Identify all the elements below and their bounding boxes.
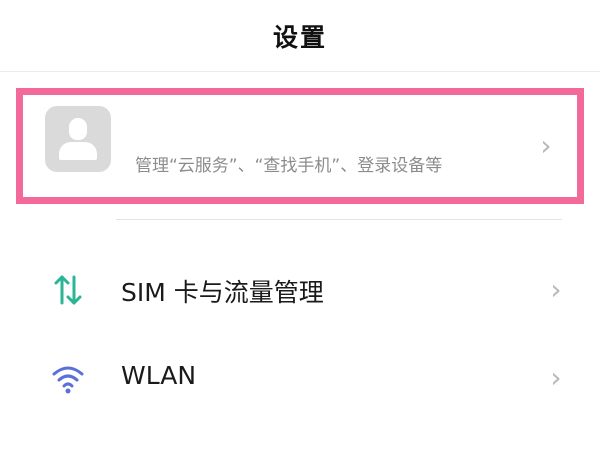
chevron-right-icon: › [550, 361, 562, 394]
sim-data-arrows-icon [50, 272, 86, 308]
avatar-shoulders [59, 142, 97, 160]
divider [116, 219, 562, 220]
settings-screen: 设置 管理“云服务”、“查找手机”、登录设备等 › SIM 卡与流量管理 › W… [0, 0, 600, 450]
avatar-head [69, 118, 87, 140]
title-bar: 设置 [0, 0, 600, 72]
user-avatar-icon [45, 106, 111, 172]
wifi-icon [50, 360, 86, 396]
settings-item-sim[interactable]: SIM 卡与流量管理 › [0, 246, 600, 334]
settings-item-wlan[interactable]: WLAN › [0, 334, 600, 422]
settings-item-label: WLAN [121, 361, 197, 390]
chevron-right-icon: › [540, 129, 552, 162]
account-description: 管理“云服务”、“查找手机”、登录设备等 [135, 156, 443, 176]
settings-item-label: SIM 卡与流量管理 [121, 278, 324, 307]
account-card[interactable]: 管理“云服务”、“查找手机”、登录设备等 › [16, 88, 584, 204]
page-title: 设置 [272, 22, 327, 52]
chevron-right-icon: › [550, 273, 562, 306]
